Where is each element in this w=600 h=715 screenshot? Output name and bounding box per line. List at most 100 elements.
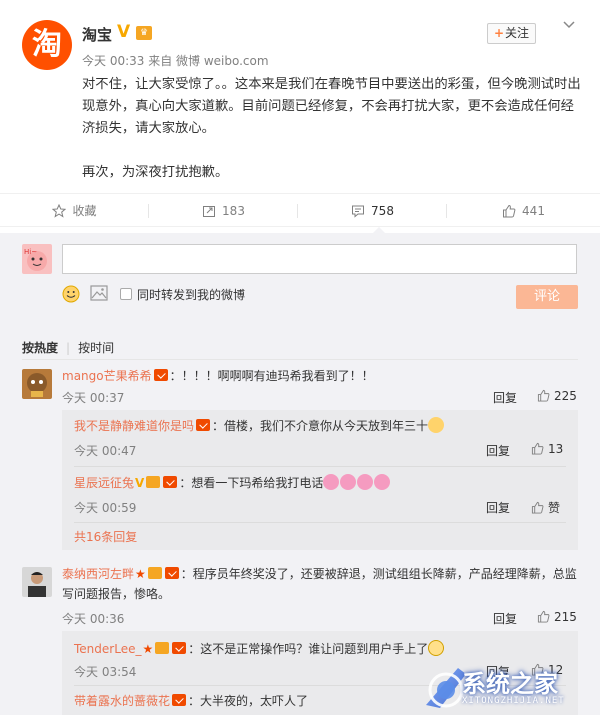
member-level-icon: ♛ bbox=[136, 26, 152, 40]
vip-icon bbox=[153, 369, 168, 381]
reply-button[interactable]: 回复 bbox=[493, 389, 517, 406]
reply-button[interactable]: 回复 bbox=[486, 442, 510, 459]
reply-button[interactable]: 回复 bbox=[493, 610, 517, 627]
author-name[interactable]: 淘宝 bbox=[82, 24, 112, 45]
post-text: 对不住，让大家受惊了。。这本来是我们在春晚节目中要送出的彩蛋，但今晚测试时出现意… bbox=[82, 74, 582, 184]
pig-emoji-icon bbox=[340, 474, 357, 490]
repost-button[interactable]: 183 bbox=[149, 194, 298, 228]
repost-count: 183 bbox=[222, 204, 245, 218]
vip-icon bbox=[172, 642, 187, 654]
favorite-button[interactable]: 收藏 bbox=[0, 194, 149, 228]
reply-text: ：想看一下玛希给我打电话 bbox=[179, 476, 324, 490]
tab-sort-hot[interactable]: 按热度 bbox=[22, 339, 58, 356]
sync-repost-checkbox[interactable] bbox=[120, 288, 132, 300]
comment-body: mango芒果希希 ：！！！啊啊啊有迪玛希我看到了！！ bbox=[62, 366, 578, 386]
thumbs-up-icon bbox=[531, 442, 544, 455]
follow-button[interactable]: +关注 bbox=[487, 23, 536, 44]
reply-time: 今天 00:47 bbox=[74, 444, 137, 458]
comment-button[interactable]: 758 bbox=[298, 194, 447, 228]
divider bbox=[74, 522, 566, 523]
divider bbox=[22, 359, 578, 360]
comment-count: 758 bbox=[371, 204, 394, 218]
comment-input[interactable] bbox=[62, 244, 577, 274]
reply-time: 今天 03:54 bbox=[74, 665, 137, 679]
reply-text: ：大半夜的，太吓人了 bbox=[188, 694, 309, 708]
glasses-emoji-icon bbox=[428, 640, 445, 656]
comment-time: 今天 00:37 bbox=[62, 391, 125, 405]
avatar[interactable] bbox=[22, 369, 52, 399]
watermark-text: 系统之家 bbox=[462, 670, 558, 698]
avatar[interactable] bbox=[22, 567, 52, 597]
reply-like-count: 赞 bbox=[548, 501, 561, 515]
reply-username[interactable]: 星辰远征兔 bbox=[74, 476, 134, 490]
vip-icon bbox=[164, 567, 179, 579]
thumbs-up-icon bbox=[503, 204, 516, 218]
pig-emoji-icon bbox=[323, 474, 340, 490]
reply-like-button[interactable]: 赞 bbox=[531, 499, 560, 516]
vip-icon bbox=[196, 419, 211, 431]
star-icon: ★ bbox=[142, 642, 154, 656]
star-icon: ★ bbox=[135, 567, 146, 581]
comment-like-count: 225 bbox=[554, 389, 577, 403]
member-level-icon bbox=[147, 567, 162, 579]
post-paragraph: 再次，为深夜打扰抱歉。 bbox=[82, 165, 229, 180]
verified-v-icon: V bbox=[135, 476, 145, 490]
reply-username[interactable]: 我不是静静难道你是吗 bbox=[74, 419, 194, 433]
my-avatar: Hi~ bbox=[22, 244, 52, 274]
author-avatar[interactable]: 淘 bbox=[22, 20, 72, 70]
comment-icon bbox=[352, 205, 365, 218]
svg-text:Hi~: Hi~ bbox=[24, 248, 37, 256]
sort-tabs: 按热度 | 按时间 bbox=[22, 339, 115, 356]
reply-text: ：借楼，我们不介意你从今天放到年三十 bbox=[212, 419, 429, 433]
reply-body: TenderLee_★ ：这不是正常操作吗？谁让问题到用户手上了 bbox=[74, 639, 574, 659]
post-paragraph: 对不住，让大家受惊了。。这本来是我们在春晚节目中要送出的彩蛋，但今晚测试时出现意… bbox=[82, 77, 581, 136]
reply-username[interactable]: 带着露水的蔷薇花 bbox=[74, 694, 170, 708]
pig-emoji-icon bbox=[357, 474, 374, 490]
comment-body: 泰纳西河左畔★ ：程序员年终奖没了，还要被辞退，测试组组长降薪，产品经理降薪，总监… bbox=[62, 564, 578, 604]
reply-body: 我不是静静难道你是吗 ：借楼，我们不介意你从今天放到年三十 bbox=[74, 416, 574, 436]
weibo-post: 淘 淘宝 V ♛ 今天 00:33 来自 微博 weibo.com +关注 对不… bbox=[0, 0, 600, 188]
thumbs-up-icon bbox=[537, 389, 550, 402]
watermark-subtext: XITONGZHIJIA.NET bbox=[462, 696, 565, 706]
pig-emoji-icon bbox=[374, 474, 391, 490]
member-level-icon bbox=[146, 476, 161, 488]
hamster-emoji-icon bbox=[428, 417, 445, 433]
thumbs-up-icon bbox=[537, 610, 550, 623]
reply-body: 星辰远征兔V ：想看一下玛希给我打电话 bbox=[74, 473, 574, 493]
reply-text: ：这不是正常操作吗？谁让问题到用户手上了 bbox=[188, 642, 429, 656]
reply-time: 今天 00:59 bbox=[74, 501, 137, 515]
comment-like-button[interactable]: 215 bbox=[537, 610, 577, 624]
reply-like-count: 13 bbox=[548, 442, 564, 456]
reply-like-button[interactable]: 13 bbox=[531, 442, 563, 456]
comment-username[interactable]: 泰纳西河左畔 bbox=[62, 567, 134, 581]
star-icon bbox=[52, 203, 67, 218]
sync-repost-label: 同时转发到我的微博 bbox=[137, 288, 246, 302]
comment-like-button[interactable]: 225 bbox=[537, 389, 577, 403]
post-meta: 今天 00:33 来自 微博 weibo.com bbox=[82, 54, 269, 68]
emoji-icon[interactable] bbox=[62, 285, 80, 303]
reply-button[interactable]: 回复 bbox=[486, 499, 510, 516]
plus-icon: + bbox=[493, 26, 505, 40]
comment-submit-button[interactable]: 评论 bbox=[516, 285, 578, 309]
vip-icon bbox=[163, 476, 178, 488]
comment-like-count: 215 bbox=[554, 610, 577, 624]
chevron-down-icon[interactable] bbox=[562, 18, 576, 32]
like-count: 441 bbox=[522, 204, 545, 218]
follow-label: 关注 bbox=[505, 26, 530, 40]
comment-text: ：！！！啊啊啊有迪玛希我看到了！！ bbox=[169, 369, 374, 383]
comment-time: 今天 00:36 bbox=[62, 612, 125, 626]
member-level-icon bbox=[155, 642, 170, 654]
thumbs-up-icon bbox=[531, 501, 544, 514]
more-replies-link[interactable]: 共16条回复 bbox=[74, 528, 137, 545]
comment-username[interactable]: mango芒果希希 bbox=[62, 369, 152, 383]
image-icon[interactable] bbox=[90, 285, 108, 301]
verified-v-icon: V bbox=[117, 22, 131, 42]
repost-icon bbox=[203, 206, 216, 217]
reply-username[interactable]: TenderLee_ bbox=[74, 642, 141, 656]
action-bar: 收藏 183 758 441 bbox=[0, 193, 600, 227]
favorite-label: 收藏 bbox=[72, 204, 97, 218]
like-button[interactable]: 441 bbox=[447, 194, 600, 228]
tab-sort-time[interactable]: 按时间 bbox=[78, 339, 114, 356]
comment-section: Hi~ 同时转发到我的微博 评论 按热度 | 按时间 mango芒果希希 ：！！！啊啊… bbox=[0, 233, 600, 715]
divider bbox=[74, 466, 566, 467]
